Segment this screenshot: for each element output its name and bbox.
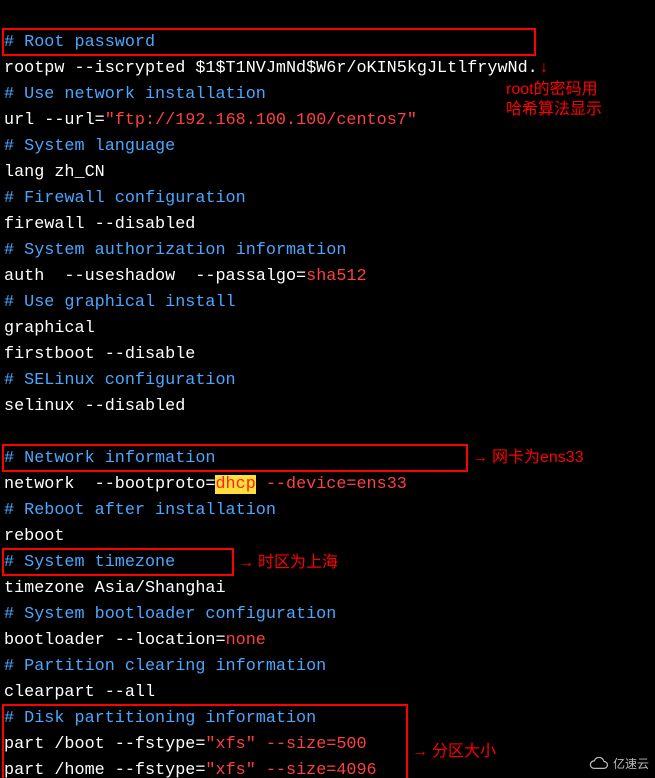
line-part-boot-a: part /boot --fstype= (4, 735, 205, 754)
annotation-timezone: 时区为上海 (258, 553, 338, 573)
comment-timezone: # System timezone (4, 553, 175, 572)
line-clearpart: clearpart --all (4, 683, 155, 702)
annotation-arrow-timezone: → (238, 553, 254, 573)
line-part-home-a: part /home --fstype= (4, 761, 205, 778)
watermark-text: 亿速云 (613, 755, 649, 772)
line-network-a: network --bootproto= (4, 475, 215, 494)
comment-auth: # System authorization information (4, 241, 346, 260)
annotation-root-l2: 哈希算法显示 (506, 100, 602, 120)
annotation-network: 网卡为ens33 (492, 448, 584, 468)
annotation-root-l1: root的密码用 (506, 80, 598, 100)
line-url-b: "ftp://192.168.100.100/centos7" (105, 111, 417, 130)
line-part-home-b: "xfs" (205, 761, 255, 778)
line-selinux: selinux --disabled (4, 397, 185, 416)
line-network-c: --device=ens33 (256, 475, 407, 494)
cloud-icon (589, 757, 609, 771)
line-rootpw: rootpw --iscrypted $1$T1NVJmNd$W6r/oKIN5… (4, 59, 538, 78)
annotation-arrow-part: → (412, 742, 428, 762)
comment-system-language: # System language (4, 137, 175, 156)
line-part-boot-b: "xfs" (205, 735, 255, 754)
line-lang: lang zh_CN (4, 163, 105, 182)
comment-graphical: # Use graphical install (4, 293, 236, 312)
comment-selinux: # SELinux configuration (4, 371, 236, 390)
line-auth-b: sha512 (306, 267, 366, 286)
line-bootloader-b: none (226, 631, 266, 650)
comment-firewall: # Firewall configuration (4, 189, 246, 208)
line-reboot: reboot (4, 527, 64, 546)
comment-reboot: # Reboot after installation (4, 501, 276, 520)
comment-bootloader: # System bootloader configuration (4, 605, 336, 624)
comment-network-info: # Network information (4, 449, 215, 468)
comment-root-password: # Root password (4, 33, 155, 52)
line-url-a: url --url= (4, 111, 105, 130)
line-graphical: graphical (4, 319, 95, 338)
annotation-arrow-down: ↓ (540, 58, 548, 78)
line-timezone: timezone Asia/Shanghai (4, 579, 226, 598)
annotation-arrow-network: → (472, 448, 488, 468)
line-part-boot-c: --size=500 (256, 735, 367, 754)
annotation-part: 分区大小 (432, 742, 496, 762)
line-network-b: dhcp (215, 475, 255, 494)
comment-network-install: # Use network installation (4, 85, 266, 104)
line-firstboot: firstboot --disable (4, 345, 195, 364)
line-auth-a: auth --useshadow --passalgo= (4, 267, 306, 286)
line-part-home-c: --size=4096 (256, 761, 377, 778)
line-firewall: firewall --disabled (4, 215, 195, 234)
comment-disk-part: # Disk partitioning information (4, 709, 316, 728)
watermark: 亿速云 (589, 755, 649, 772)
line-bootloader-a: bootloader --location= (4, 631, 226, 650)
comment-clearpart: # Partition clearing information (4, 657, 326, 676)
